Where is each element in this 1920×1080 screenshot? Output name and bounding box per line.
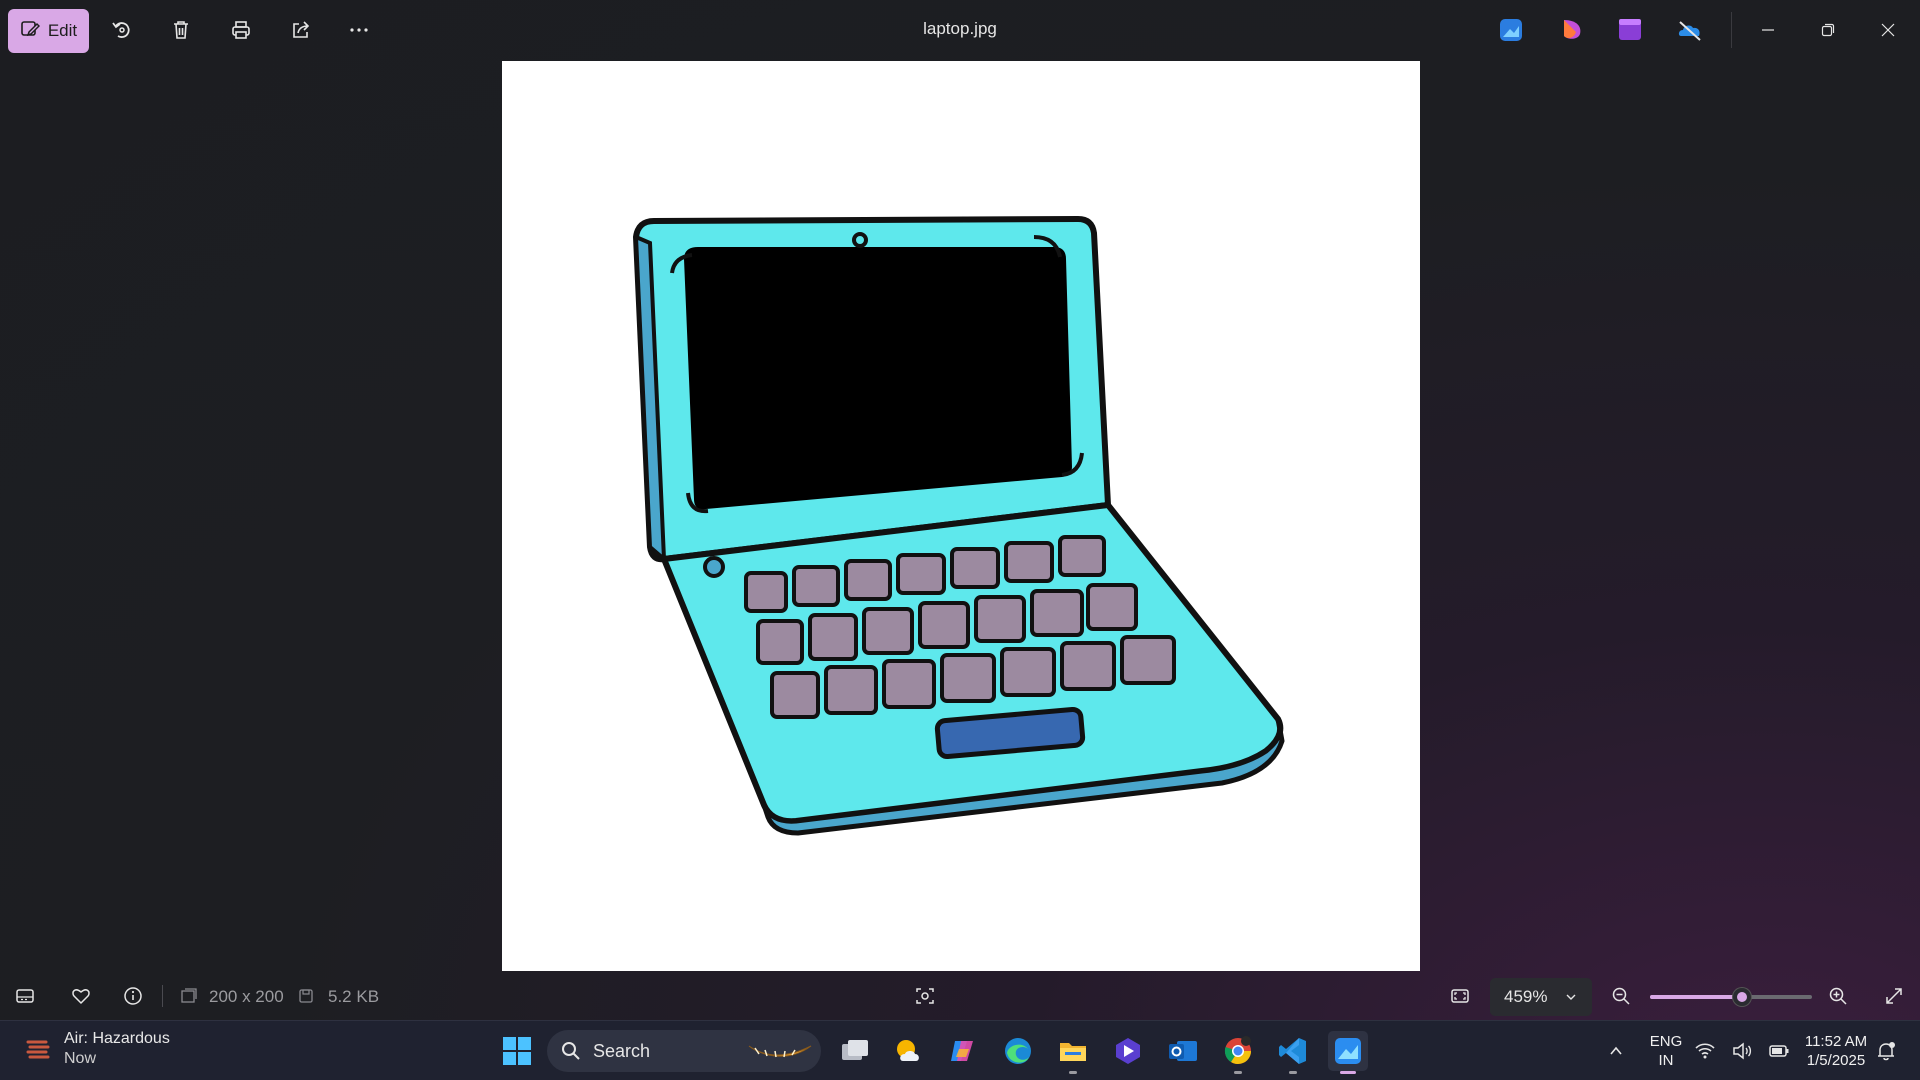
dimensions-icon [174,981,204,1011]
file-size-icon [291,981,321,1011]
task-view-icon [842,1040,868,1060]
zoom-level-dropdown[interactable]: 459% [1490,978,1592,1016]
wifi-icon [1695,1043,1715,1059]
show-hidden-icons-button[interactable] [1596,1031,1636,1071]
toolbar-divider [1731,12,1732,48]
fit-window-icon [1451,989,1469,1003]
designer-app-icon[interactable] [1558,16,1586,44]
running-indicator [1069,1071,1077,1074]
onedrive-off-icon[interactable] [1676,16,1704,44]
expand-icon [1886,988,1902,1004]
filmstrip-icon [16,989,34,1003]
chrome-app-icon[interactable] [1218,1031,1258,1074]
windows-logo-icon [503,1037,531,1065]
clock[interactable]: 11:52 AM 1/5/2025 [1796,1032,1876,1070]
edge-app-icon[interactable] [998,1031,1038,1071]
start-button[interactable] [497,1031,537,1071]
status-bar: 200 x 200 5.2 KB 459% [0,975,1920,1017]
clock-date: 1/5/2025 [1806,1052,1866,1069]
heart-icon [72,989,90,1004]
close-icon [1881,23,1895,37]
weather-time: Now [64,1050,97,1067]
taskbar: Air: Hazardous Now Search ENG IN 11:52 A… [0,1020,1920,1080]
file-size: 5.2 KB [328,987,380,1006]
taskbar-search[interactable]: Search [547,1030,821,1072]
weather-title: Air: Hazardous [64,1030,170,1047]
restore-icon [1821,23,1835,37]
app-toolbar: Edit laptop.jpg [0,0,1920,60]
fit-to-window-button[interactable] [1445,981,1475,1011]
chevron-down-icon [1566,994,1576,1000]
chevron-up-icon [1610,1046,1622,1055]
running-indicator [1289,1071,1297,1074]
vscode-app-icon[interactable] [1273,1031,1313,1074]
search-icon [562,1042,580,1060]
notifications-button[interactable] [1866,1031,1906,1071]
system-tray-status[interactable] [1692,1031,1792,1071]
air-quality-icon [26,1040,50,1059]
outlook-app-icon[interactable] [1163,1031,1203,1071]
restore-button[interactable] [1812,14,1844,46]
weather-app-icon[interactable] [889,1031,929,1071]
active-indicator [1340,1071,1356,1074]
language-region: IN [1658,1052,1674,1069]
volume-icon [1733,1042,1752,1060]
language-indicator[interactable]: ENG IN [1646,1032,1686,1070]
clipchamp-taskbar-icon[interactable] [1108,1031,1148,1071]
photos-taskbar-icon[interactable] [1328,1031,1368,1074]
search-label: Search [593,1040,651,1061]
zoom-in-icon [1829,987,1847,1005]
zoom-slider-fill [1650,995,1743,999]
battery-icon [1768,1045,1789,1057]
zoom-slider-thumb[interactable] [1733,988,1752,1006]
copilot-app-icon[interactable] [943,1031,983,1071]
status-divider [162,985,163,1007]
file-info-button[interactable] [118,981,148,1011]
clipchamp-app-icon[interactable] [1616,16,1644,44]
notification-bell-icon [1878,1042,1895,1061]
zoom-slider[interactable] [1650,995,1812,999]
close-button[interactable] [1872,14,1904,46]
minimize-icon [1762,29,1774,31]
clock-time: 11:52 AM [1804,1033,1868,1050]
zoom-level-value: 459% [1504,987,1548,1006]
file-explorer-app-icon[interactable] [1053,1031,1093,1074]
laptop-illustration [633,216,1285,836]
language-code: ENG [1649,1033,1683,1050]
visual-search-icon [916,988,934,1004]
search-highlight-icon [748,1045,812,1058]
running-indicator [1234,1071,1242,1074]
zoom-out-button[interactable] [1606,981,1636,1011]
favorite-button[interactable] [66,981,96,1011]
photos-app-icon[interactable] [1497,16,1525,44]
image-canvas[interactable] [502,61,1420,971]
info-icon [124,987,142,1005]
zoom-out-icon [1612,987,1630,1005]
visual-search-button[interactable] [910,981,940,1011]
task-view-button[interactable] [835,1031,875,1071]
image-dimensions: 200 x 200 [209,987,284,1006]
weather-widget[interactable]: Air: Hazardous Now [24,1029,170,1069]
fullscreen-button[interactable] [1879,981,1909,1011]
filmstrip-button[interactable] [10,981,40,1011]
zoom-in-button[interactable] [1823,981,1853,1011]
minimize-button[interactable] [1752,14,1784,46]
